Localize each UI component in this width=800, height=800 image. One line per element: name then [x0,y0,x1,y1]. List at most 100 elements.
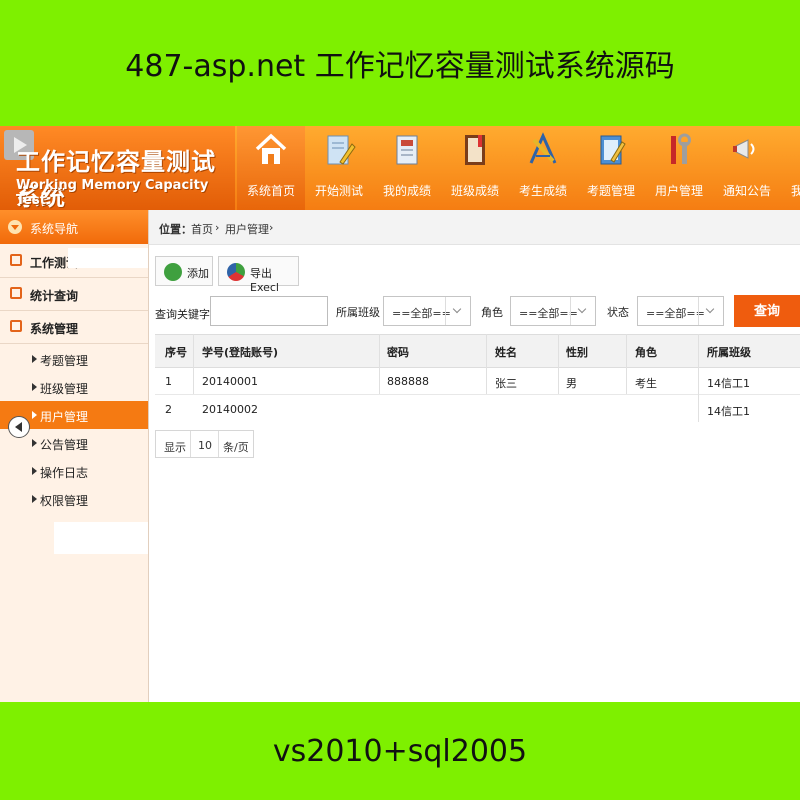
breadcrumb-home[interactable]: 首页 [191,221,213,237]
column-divider [379,334,380,394]
status-select[interactable]: ==全部== [637,296,724,326]
page-size-value[interactable]: 10 [198,439,212,452]
sidebar-item-label: 班级管理 [40,382,89,396]
sidebar-item-question-mgmt[interactable]: 考题管理 [0,345,148,373]
breadcrumb: 位置： 首页 › 用户管理 › [149,210,800,245]
sidebar-item-label: 操作日志 [40,466,89,480]
megaphone-icon [733,139,755,159]
keyword-label: 查询关键字 [155,308,210,321]
sidebar-section-stats[interactable]: 统计查询 [0,278,148,311]
export-excel-button[interactable]: 导出Execl [218,256,299,294]
sidebar-item-label: 用户管理 [40,410,89,424]
nav-label: 考题管理 [586,184,635,198]
home-icon [255,133,287,164]
logo-title-en: Working Memory Capacity Test [16,178,209,208]
chevron-down-icon [8,220,22,234]
table-row[interactable]: 1 20140001 888888 张三 男 考生 14信工1 [155,366,800,395]
column-divider [698,334,699,422]
pie-chart-icon [227,263,245,281]
occlusion-overlay [68,248,148,268]
sidebar-section-system[interactable]: 系统管理 [0,311,148,344]
chevron-down-icon [698,297,723,325]
column-header: 性别 [566,346,588,359]
column-divider [193,334,194,394]
nav-item-student-score[interactable]: 考生成绩 [509,126,577,210]
class-label: 所属班级 [336,306,380,319]
table-cell: 14信工1 [707,377,750,390]
sidebar-title[interactable]: 系统导航 [0,210,148,244]
add-button[interactable]: 添加 [155,256,213,286]
table-row[interactable]: 2 20140002 14信工1 [155,394,800,422]
book-icon [465,135,485,165]
sidebar-section-label: 统计查询 [30,289,79,303]
nav-item-question-mgmt[interactable]: 考题管理 [577,126,645,210]
nav-item-overflow[interactable]: 我 [781,126,800,210]
pager-divider [218,431,219,457]
column-header: 密码 [387,346,409,359]
class-select-value: ==全部== [392,307,451,320]
banner-title: 487-asp.net 工作记忆容量测试系统源码 [125,49,675,84]
column-header: 序号 [165,346,187,359]
table-cell: 男 [566,377,577,390]
search-button[interactable]: 查询 [734,295,800,327]
nav-label: 开始测试 [314,184,363,198]
breadcrumb-prefix: 位置： [159,223,192,236]
nav-item-start-test[interactable]: 开始测试 [305,126,373,210]
page-size-pager: 显示 10 条/页 [155,430,254,458]
breadcrumb-current: 用户管理 [225,223,269,236]
add-button-label: 添加 [187,267,209,280]
occlusion-overlay [54,522,148,554]
caret-right-icon [32,495,37,503]
sidebar: 系统导航 工作测试 统计查询 系统管理 考题管理 班级管理 用户管理 公告管理 … [0,210,149,702]
column-header: 学号(登陆账号) [202,346,279,359]
table-cell: 考生 [635,377,657,390]
sidebar-item-operation-log[interactable]: 操作日志 [0,457,148,485]
status-select-value: ==全部== [646,307,705,320]
app-window: 工作记忆容量测试系统 Working Memory Capacity Test … [0,126,800,702]
keyword-input[interactable] [210,296,328,326]
nav-label: 考生成绩 [518,184,567,198]
status-label: 状态 [607,306,629,319]
column-header: 姓名 [495,346,517,359]
table-cell: 888888 [387,375,429,388]
sidebar-item-class-mgmt[interactable]: 班级管理 [0,373,148,401]
list-icon [10,320,22,332]
class-select[interactable]: ==全部== [383,296,471,326]
plus-icon [164,263,182,281]
notepad-icon [600,135,626,165]
table-cell: 20140002 [202,403,258,416]
sidebar-section-label: 系统管理 [30,322,79,336]
nav-item-home[interactable]: 系统首页 [237,126,305,210]
caret-right-icon [32,439,37,447]
caret-right-icon [32,355,37,363]
sidebar-item-label: 考题管理 [40,354,89,368]
breadcrumb-separator: › [215,221,220,234]
wrench-icon [671,133,691,164]
nav-item-my-score[interactable]: 我的成绩 [373,126,441,210]
table-cell: 20140001 [202,375,258,388]
logo: 工作记忆容量测试系统 Working Memory Capacity Test [0,126,235,211]
sidebar-item-label: 权限管理 [40,494,89,508]
nav-label: 用户管理 [654,184,703,198]
caret-right-icon [32,383,37,391]
pager-unit-label: 条/页 [223,441,249,454]
table-header: 序号 学号(登陆账号) 密码 姓名 性别 角色 所属班级 [155,334,800,368]
role-select[interactable]: ==全部== [510,296,596,326]
nav-item-notice[interactable]: 通知公告 [713,126,781,210]
column-header: 角色 [635,346,657,359]
sidebar-item-permission-mgmt[interactable]: 权限管理 [0,485,148,513]
banner-footer: vs2010+sql2005 [272,733,528,769]
main-content: 位置： 首页 › 用户管理 › 添加 导出Execl 查询关键字 所属班级 ==… [149,210,800,702]
nav-label: 我的成绩 [382,184,431,198]
caret-right-icon [32,411,37,419]
nav-item-user-mgmt[interactable]: 用户管理 [645,126,713,210]
role-label: 角色 [481,306,503,319]
table-cell: 张三 [495,377,517,390]
collapse-sidebar-icon[interactable] [8,416,30,438]
caret-right-icon [32,467,37,475]
column-divider [626,334,627,394]
column-divider [486,334,487,394]
edit-document-icon [327,135,356,165]
nav-item-class-score[interactable]: 班级成绩 [441,126,509,210]
nav-label: 班级成绩 [450,184,499,198]
